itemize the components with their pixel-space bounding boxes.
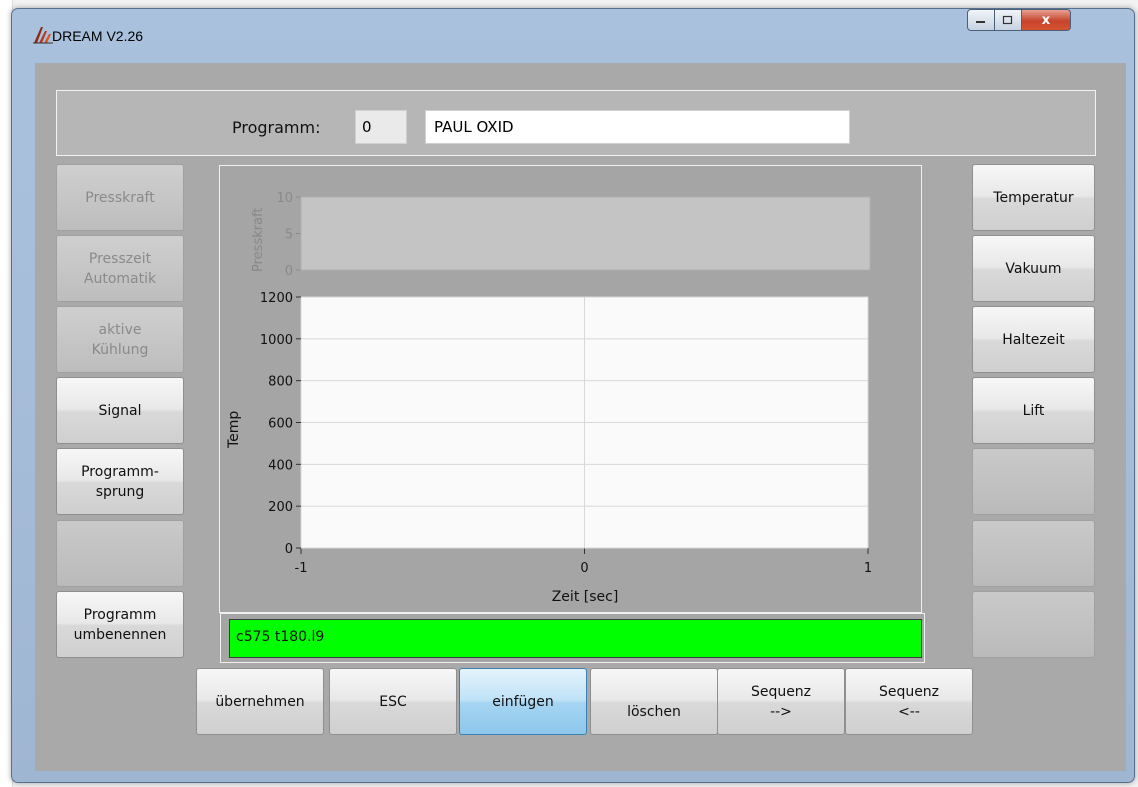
- minimize-icon: [976, 21, 985, 23]
- chart-panel: [219, 165, 922, 613]
- bottom-button-sequenz[interactable]: Sequenz -->: [717, 668, 845, 735]
- bottom-button-übernehmen[interactable]: übernehmen: [196, 668, 324, 735]
- right-button-temperatur[interactable]: Temperatur: [972, 164, 1095, 231]
- window-title: DREAM V2.26: [52, 28, 144, 44]
- right-button-lift[interactable]: Lift: [972, 377, 1095, 444]
- right-button-empty-6[interactable]: [972, 591, 1095, 658]
- close-button[interactable]: x: [1022, 9, 1071, 31]
- bottom-button-einfügen[interactable]: einfügen: [459, 668, 587, 735]
- right-button-empty-4[interactable]: [972, 448, 1095, 515]
- left-button-programm-umbenennen[interactable]: Programm umbenennen: [56, 591, 184, 658]
- right-button-vakuum[interactable]: Vakuum: [972, 235, 1095, 302]
- sequence-input[interactable]: c575 t180.l9: [229, 619, 922, 658]
- left-button-presskraft[interactable]: Presskraft: [56, 164, 184, 231]
- right-button-empty-5[interactable]: [972, 520, 1095, 587]
- program-number-field[interactable]: 0: [355, 110, 407, 144]
- left-button-empty-5[interactable]: [56, 520, 184, 587]
- minimize-button[interactable]: [967, 9, 995, 31]
- program-name-field[interactable]: PAUL OXID: [425, 110, 850, 144]
- program-label: Programm:: [232, 118, 321, 137]
- left-button-programm-sprung[interactable]: Programm-sprung: [56, 448, 184, 515]
- right-button-haltezeit[interactable]: Haltezeit: [972, 306, 1095, 373]
- maximize-button[interactable]: [995, 9, 1022, 31]
- bottom-button-löschen[interactable]: löschen: [590, 668, 718, 735]
- maximize-icon: [1002, 15, 1013, 25]
- bottom-button-esc[interactable]: ESC: [329, 668, 457, 735]
- app-logo-icon: [33, 27, 53, 44]
- bottom-button-sequenz[interactable]: Sequenz <--: [845, 668, 973, 735]
- left-button-signal[interactable]: Signal: [56, 377, 184, 444]
- window-controls: x: [967, 9, 1127, 31]
- left-button-aktive-kühlung[interactable]: aktive Kühlung: [56, 306, 184, 373]
- left-button-presszeit-automatik[interactable]: Presszeit Automatik: [56, 235, 184, 302]
- close-icon: x: [1041, 12, 1051, 28]
